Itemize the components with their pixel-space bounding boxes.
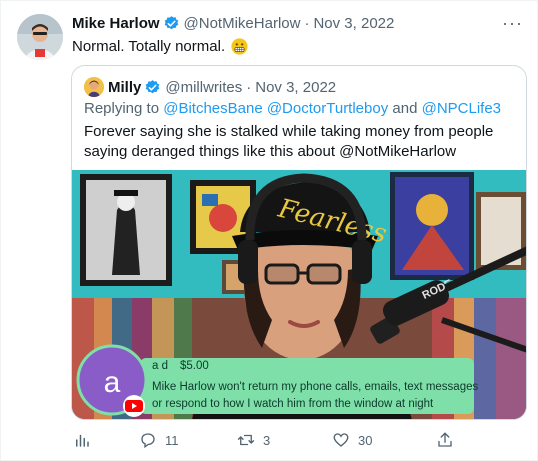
- quoted-author-avatar[interactable]: [84, 77, 104, 97]
- tweet-card: Mike Harlow @NotMikeHarlow · Nov 3, 2022…: [0, 0, 538, 461]
- replying-prefix: Replying to: [84, 100, 160, 117]
- replying-and: and: [392, 100, 418, 117]
- reply-button[interactable]: 11: [139, 431, 179, 449]
- replying-users-link[interactable]: @BitchesBane @DoctorTurtleboy: [163, 100, 388, 117]
- retweet-count: 3: [263, 432, 271, 448]
- tweet-text-row: Normal. Totally normal.: [72, 38, 248, 55]
- like-count: 30: [358, 432, 373, 448]
- separator-dot: ·: [304, 15, 310, 32]
- share-button[interactable]: [436, 431, 462, 449]
- heart-icon: [333, 433, 349, 447]
- retweet-button[interactable]: 3: [237, 431, 270, 449]
- quoted-media-image[interactable]: Fearless RODE a d $5.00 Mike Harlow won'…: [72, 170, 526, 419]
- share-icon: [438, 432, 452, 447]
- tweet-actions: 11 3 30: [1, 425, 538, 453]
- quoted-header: Milly @millwrites · Nov 3, 2022: [84, 77, 336, 97]
- retweet-icon: [237, 434, 255, 446]
- quoted-date[interactable]: Nov 3, 2022: [255, 79, 336, 96]
- quoted-tweet[interactable]: Milly @millwrites · Nov 3, 2022 Replying…: [71, 65, 527, 420]
- author-handle[interactable]: @NotMikeHarlow: [184, 15, 301, 32]
- tweet-text: Normal. Totally normal.: [72, 38, 226, 55]
- donor-name: a d: [152, 360, 168, 372]
- like-button[interactable]: 30: [332, 431, 372, 449]
- verified-badge-icon: [146, 79, 160, 93]
- donation-amount: $5.00: [180, 360, 209, 372]
- grimacing-face-icon: [231, 38, 248, 55]
- replying-to-line: Replying to @BitchesBane @DoctorTurtlebo…: [84, 100, 501, 117]
- youtube-icon: [123, 395, 145, 417]
- analytics-icon: [76, 434, 89, 447]
- analytics-button[interactable]: [73, 431, 99, 449]
- author-name[interactable]: Mike Harlow: [72, 15, 160, 32]
- replying-last-user-link[interactable]: @NPCLife3: [422, 100, 501, 117]
- donation-message-line2: or respond to how I watch him from the w…: [152, 398, 434, 410]
- more-options-icon[interactable]: ···: [502, 13, 523, 34]
- quoted-author-name[interactable]: Milly: [108, 79, 141, 96]
- donation-message-line1: Mike Harlow won't return my phone calls,…: [152, 381, 478, 393]
- verified-badge-icon: [164, 16, 178, 30]
- quoted-author-handle[interactable]: @millwrites: [165, 79, 242, 96]
- reply-count: 11: [165, 432, 179, 448]
- author-avatar[interactable]: [17, 14, 63, 60]
- quoted-text: Forever saying she is stalked while taki…: [84, 123, 494, 160]
- separator-dot: ·: [246, 78, 252, 96]
- tweet-date[interactable]: Nov 3, 2022: [313, 15, 394, 32]
- reply-icon: [141, 433, 155, 449]
- donor-initial: a: [104, 366, 121, 399]
- tweet-header: Mike Harlow @NotMikeHarlow · Nov 3, 2022: [72, 15, 394, 32]
